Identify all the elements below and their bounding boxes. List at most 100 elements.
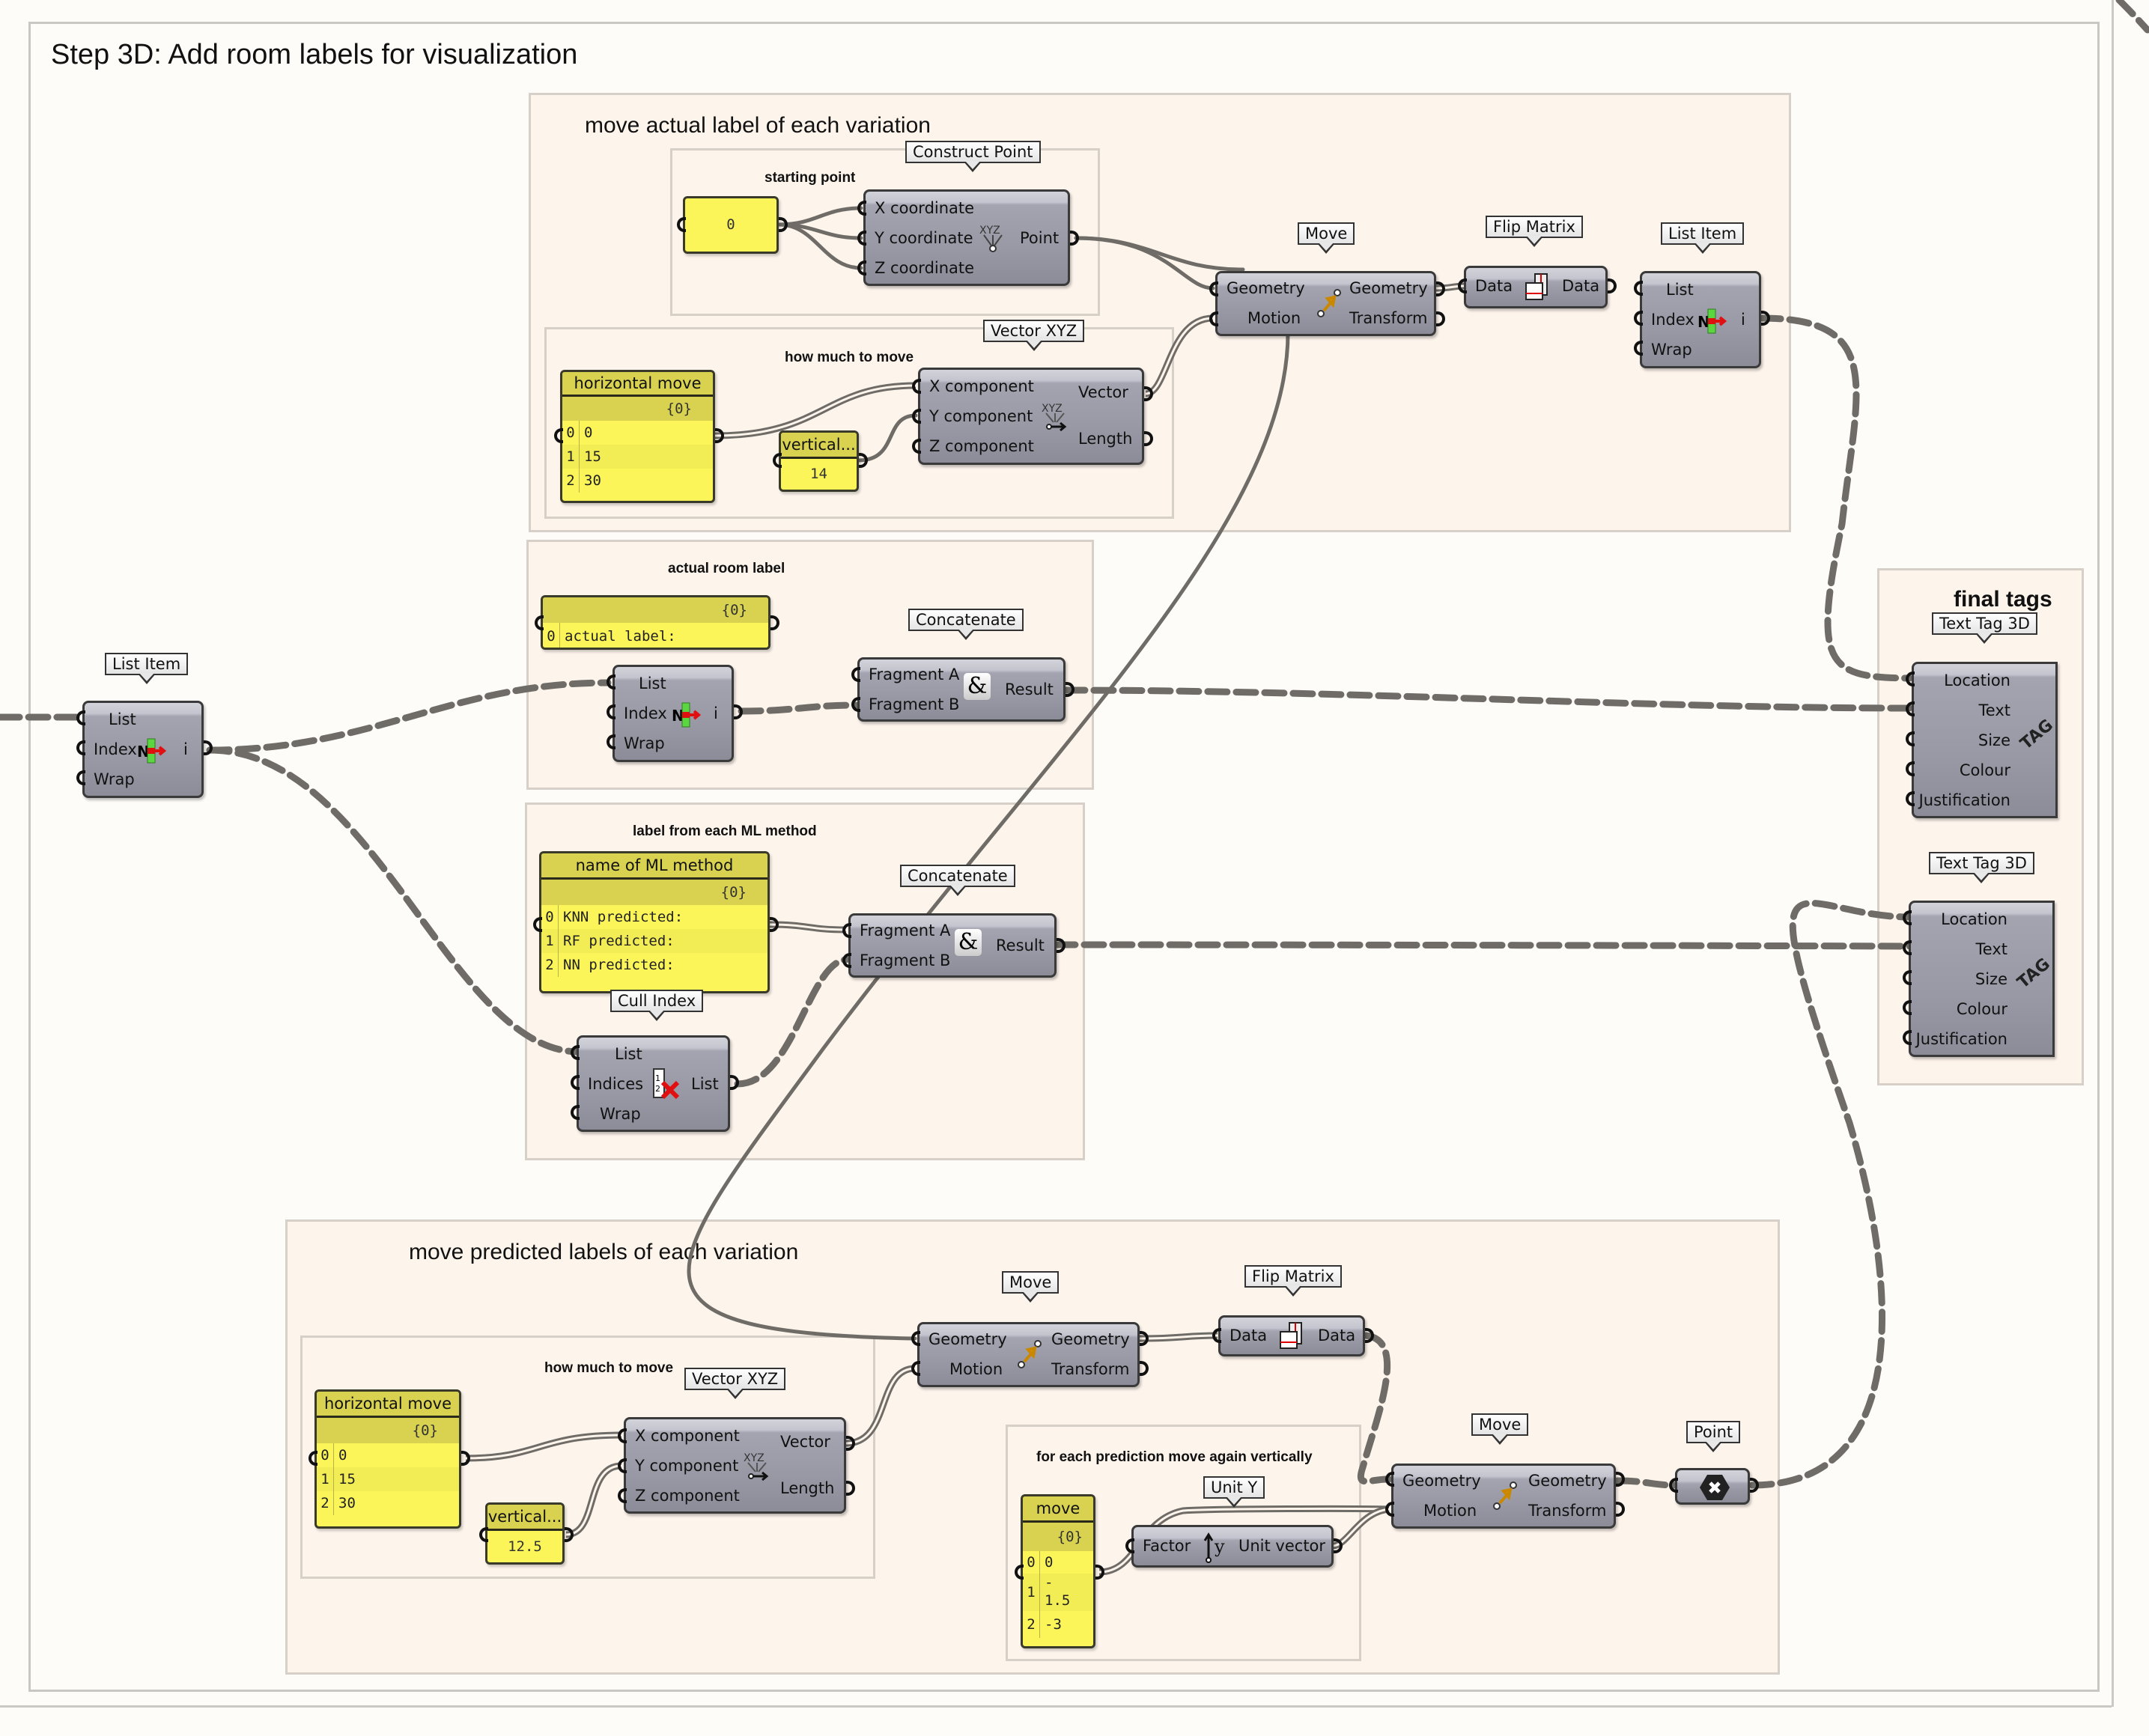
panel-row: 0 KNN predicted: bbox=[541, 905, 768, 929]
input-factor: Factor bbox=[1143, 1537, 1191, 1555]
panel-header: horizontal move bbox=[317, 1392, 459, 1418]
svg-text:y: y bbox=[1214, 1536, 1225, 1557]
cull-index-component[interactable]: List Indices Wrap List 12 bbox=[577, 1035, 730, 1132]
input-fragment-a: Fragment A bbox=[869, 666, 960, 683]
list-item-left-component[interactable]: List Index Wrap i N bbox=[82, 701, 204, 798]
actual-label-panel[interactable]: {0} 0 actual label: bbox=[541, 595, 770, 650]
input-wrap: Wrap bbox=[624, 734, 665, 752]
panel-header: move bbox=[1023, 1496, 1093, 1523]
panel-row: 2 NN predicted: bbox=[541, 953, 768, 977]
text-tag-3d-component-1[interactable]: Location Text Size Colour Justification … bbox=[1912, 662, 2058, 818]
panel-row: 1 RF predicted: bbox=[541, 929, 768, 953]
construct-point-component[interactable]: X coordinate Y coordinate Z coordinate P… bbox=[863, 189, 1070, 286]
flip-matrix-component-bottom[interactable]: Data Data bbox=[1218, 1315, 1365, 1356]
input-text: Text bbox=[1975, 940, 2007, 958]
input-location: Location bbox=[1941, 910, 2007, 928]
vector-xyz-component-bottom[interactable]: X component Y component Z component Vect… bbox=[624, 1417, 846, 1514]
list-item-component-mid[interactable]: List Index Wrap i N bbox=[613, 665, 734, 762]
concatenate-component-1[interactable]: Fragment A Fragment B Result & bbox=[857, 657, 1066, 722]
output-transform: Transform bbox=[1528, 1502, 1607, 1520]
text-tag-3d-component-2[interactable]: Location Text Size Colour Justification … bbox=[1909, 901, 2055, 1057]
input-list: List bbox=[639, 674, 666, 692]
tooltip-concatenate-1: Concatenate bbox=[908, 609, 1024, 631]
input-geometry: Geometry bbox=[1402, 1472, 1481, 1490]
panel-row: 2 30 bbox=[562, 469, 713, 493]
output-transform: Transform bbox=[1349, 309, 1428, 327]
canvas-right-divider bbox=[2112, 0, 2114, 1707]
list-item-component-top[interactable]: List Index Wrap i N bbox=[1640, 271, 1761, 368]
horizontal-move-panel-bottom[interactable]: horizontal move {0} 00 1 15 2 30 bbox=[314, 1389, 461, 1529]
tooltip-move-top: Move bbox=[1298, 222, 1355, 245]
panel-path: {0} bbox=[562, 397, 713, 421]
svg-text:2: 2 bbox=[655, 1084, 660, 1094]
list-item-icon: N bbox=[137, 736, 167, 766]
unit-y-icon: y bbox=[1203, 1530, 1232, 1563]
concatenate-component-2[interactable]: Fragment A Fragment B Result & bbox=[848, 913, 1057, 978]
output-i: i bbox=[1741, 311, 1745, 329]
move-component-top[interactable]: Geometry Motion Geometry Transform bbox=[1215, 271, 1436, 336]
flip-matrix-component-top[interactable]: Data Data bbox=[1464, 266, 1608, 308]
input-wrap: Wrap bbox=[1651, 341, 1692, 359]
vector-xyz-icon: XYZ bbox=[742, 1449, 772, 1482]
input-location: Location bbox=[1944, 671, 2010, 689]
output-geometry: Geometry bbox=[1349, 279, 1428, 297]
input-z-coordinate: Z coordinate bbox=[875, 259, 975, 277]
panel-row: 1 15 bbox=[317, 1467, 459, 1491]
cull-index-icon: 12 bbox=[651, 1068, 684, 1100]
input-list: List bbox=[1666, 281, 1694, 299]
input-z-component: Z component bbox=[929, 437, 1034, 455]
starting-point-panel[interactable]: 0 bbox=[683, 196, 779, 254]
wire-tree bbox=[2115, 0, 2149, 34]
input-fragment-b: Fragment B bbox=[869, 695, 960, 713]
unit-y-component[interactable]: Factor Unit vector y bbox=[1131, 1525, 1334, 1568]
input-fragment-b: Fragment B bbox=[860, 951, 951, 969]
input-data: Data bbox=[1475, 277, 1513, 295]
input-geometry: Geometry bbox=[1227, 279, 1305, 297]
vertical-panel-bottom[interactable]: vertical... 12.5 bbox=[485, 1502, 565, 1565]
tooltip-concatenate-2: Concatenate bbox=[900, 865, 1015, 887]
tooltip-list-item-left: List Item bbox=[105, 653, 189, 675]
output-vector: Vector bbox=[1078, 383, 1128, 401]
tooltip-point: Point bbox=[1686, 1421, 1741, 1443]
tooltip-flip-matrix-top: Flip Matrix bbox=[1486, 216, 1583, 238]
group-title: how much to move bbox=[785, 350, 914, 365]
svg-text:XYZ: XYZ bbox=[744, 1452, 765, 1464]
tooltip-text-tag-1: Text Tag 3D bbox=[1932, 612, 2037, 635]
output-geometry: Geometry bbox=[1528, 1472, 1607, 1490]
output-data: Data bbox=[1562, 277, 1600, 295]
horizontal-move-panel-top[interactable]: horizontal move {0} 00 1 15 2 30 bbox=[560, 370, 715, 503]
group-title: label from each ML method bbox=[633, 823, 817, 839]
group-title: how much to move bbox=[544, 1360, 674, 1376]
vector-xyz-component-top[interactable]: X component Y component Z component Vect… bbox=[918, 368, 1144, 465]
tooltip-vector-xyz-top: Vector XYZ bbox=[983, 320, 1085, 342]
input-index: Index bbox=[94, 740, 137, 758]
panel-header: vertical... bbox=[781, 433, 857, 459]
list-item-icon: N bbox=[672, 700, 702, 730]
move-values-panel[interactable]: move {0} 00 1- 1.5 2 -3 bbox=[1021, 1494, 1095, 1648]
move-component-bottom-2[interactable]: Geometry Motion Geometry Transform bbox=[1391, 1464, 1616, 1529]
flip-matrix-icon bbox=[1277, 1321, 1307, 1353]
output-geometry: Geometry bbox=[1051, 1330, 1130, 1348]
move-component-bottom-1[interactable]: Geometry Motion Geometry Transform bbox=[917, 1322, 1140, 1387]
ml-method-panel[interactable]: name of ML method {0} 0 KNN predicted: 1R… bbox=[539, 851, 770, 993]
vertical-panel-top[interactable]: vertical... 14 bbox=[779, 430, 859, 492]
panel-rows: 00 1- 1.5 2 -3 bbox=[1023, 1551, 1093, 1638]
tooltip-move-bottom-2: Move bbox=[1471, 1413, 1529, 1436]
tooltip-flip-matrix-bottom: Flip Matrix bbox=[1244, 1265, 1342, 1288]
panel-header: horizontal move bbox=[562, 372, 713, 397]
input-index: Index bbox=[624, 704, 667, 722]
output-result: Result bbox=[996, 936, 1045, 954]
input-list: List bbox=[615, 1045, 642, 1063]
tooltip-list-item-top: List Item bbox=[1661, 222, 1745, 245]
input-colour: Colour bbox=[1956, 1000, 2007, 1018]
panel-row: 1 15 bbox=[562, 445, 713, 469]
point-param-component[interactable] bbox=[1675, 1468, 1750, 1505]
xyz-point-icon: XYZ bbox=[978, 222, 1008, 255]
output-unit-vector: Unit vector bbox=[1238, 1537, 1326, 1555]
group-title: actual room label bbox=[668, 561, 785, 576]
ampersand-icon: & bbox=[955, 929, 982, 956]
panel-rows: 0 KNN predicted: 1 RF predicted: 2 NN predi… bbox=[541, 905, 768, 977]
input-x-component: X component bbox=[929, 377, 1034, 395]
group-title: move predicted labels of each variation bbox=[409, 1240, 799, 1264]
input-y-coordinate: Y coordinate bbox=[875, 229, 973, 247]
